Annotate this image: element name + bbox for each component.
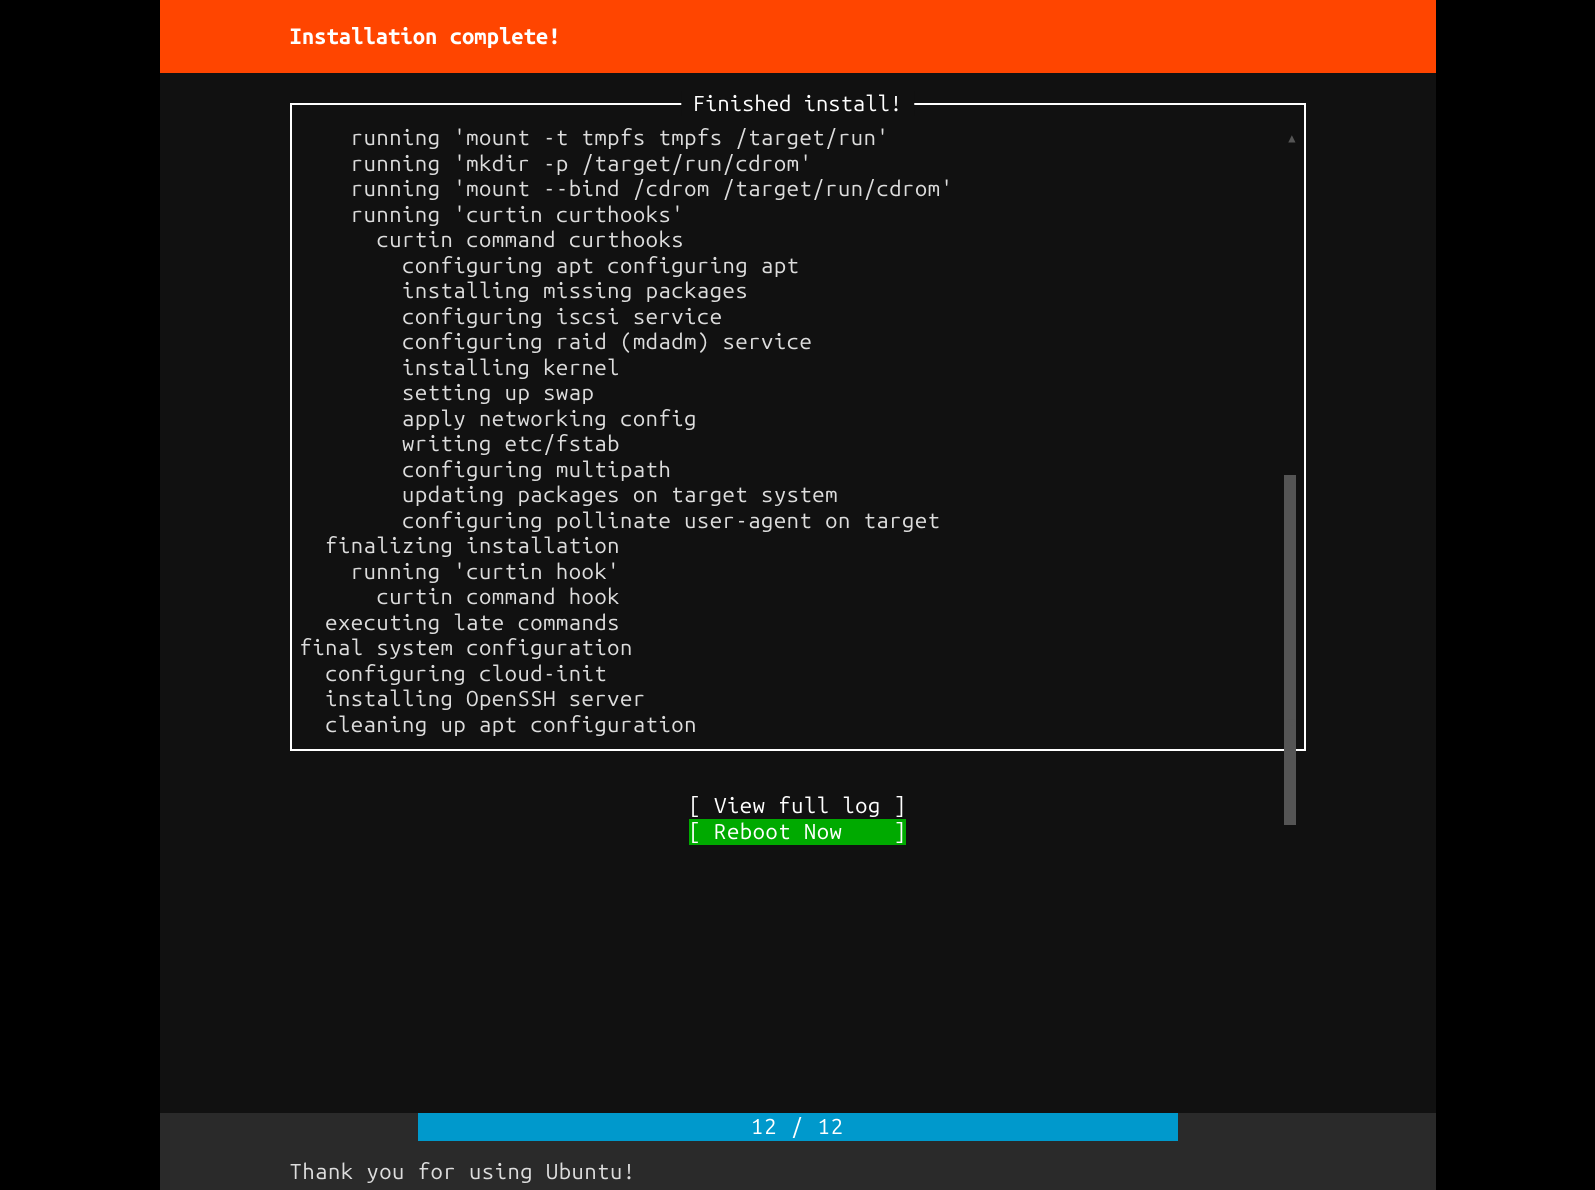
log-line: configuring multipath	[300, 457, 1296, 483]
log-line: writing etc/fstab	[300, 431, 1296, 457]
header-banner: Installation complete!	[160, 0, 1436, 73]
log-line: running 'curtin curthooks'	[300, 202, 1296, 228]
log-line: updating packages on target system	[300, 482, 1296, 508]
scroll-down-arrow-icon[interactable]: ▼	[1288, 715, 1295, 729]
scroll-up-arrow-icon[interactable]: ▲	[1288, 131, 1295, 145]
log-line: installing kernel	[300, 355, 1296, 381]
log-line: apply networking config	[300, 406, 1296, 432]
progress-text: 12 / 12	[751, 1114, 844, 1139]
header-title: Installation complete!	[290, 24, 561, 49]
log-line: configuring apt configuring apt	[300, 253, 1296, 279]
log-line: configuring iscsi service	[300, 304, 1296, 330]
log-line: curtin command hook	[300, 584, 1296, 610]
log-content: running 'mount -t tmpfs tmpfs /target/ru…	[300, 125, 1296, 737]
log-line: configuring raid (mdadm) service	[300, 329, 1296, 355]
log-line: installing missing packages	[300, 278, 1296, 304]
log-line: final system configuration	[300, 635, 1296, 661]
log-line: cleaning up apt configuration	[300, 712, 1296, 738]
log-line: executing late commands	[300, 610, 1296, 636]
view-full-log-button[interactable]: [ View full log ]	[689, 793, 907, 819]
scrollbar-thumb[interactable]	[1284, 475, 1296, 825]
log-line: setting up swap	[300, 380, 1296, 406]
log-line: finalizing installation	[300, 533, 1296, 559]
log-line: running 'mount -t tmpfs tmpfs /target/ru…	[300, 125, 1296, 151]
log-line: running 'mount --bind /cdrom /target/run…	[300, 176, 1296, 202]
log-line: running 'curtin hook'	[300, 559, 1296, 585]
reboot-now-button[interactable]: [ Reboot Now ]	[689, 819, 907, 845]
log-line: running 'mkdir -p /target/run/cdrom'	[300, 151, 1296, 177]
footer-message: Thank you for using Ubuntu!	[160, 1141, 1436, 1184]
log-line: installing OpenSSH server	[300, 686, 1296, 712]
frame-title: Finished install!	[681, 91, 914, 116]
footer-section: 12 / 12 Thank you for using Ubuntu!	[160, 1113, 1436, 1190]
log-line: curtin command curthooks	[300, 227, 1296, 253]
progress-bar: 12 / 12	[418, 1113, 1178, 1141]
button-area: [ View full log ] [ Reboot Now ]	[290, 793, 1306, 845]
log-line: configuring pollinate user-agent on targ…	[300, 508, 1296, 534]
log-line: configuring cloud-init	[300, 661, 1296, 687]
install-log-frame: Finished install! running 'mount -t tmpf…	[290, 103, 1306, 751]
